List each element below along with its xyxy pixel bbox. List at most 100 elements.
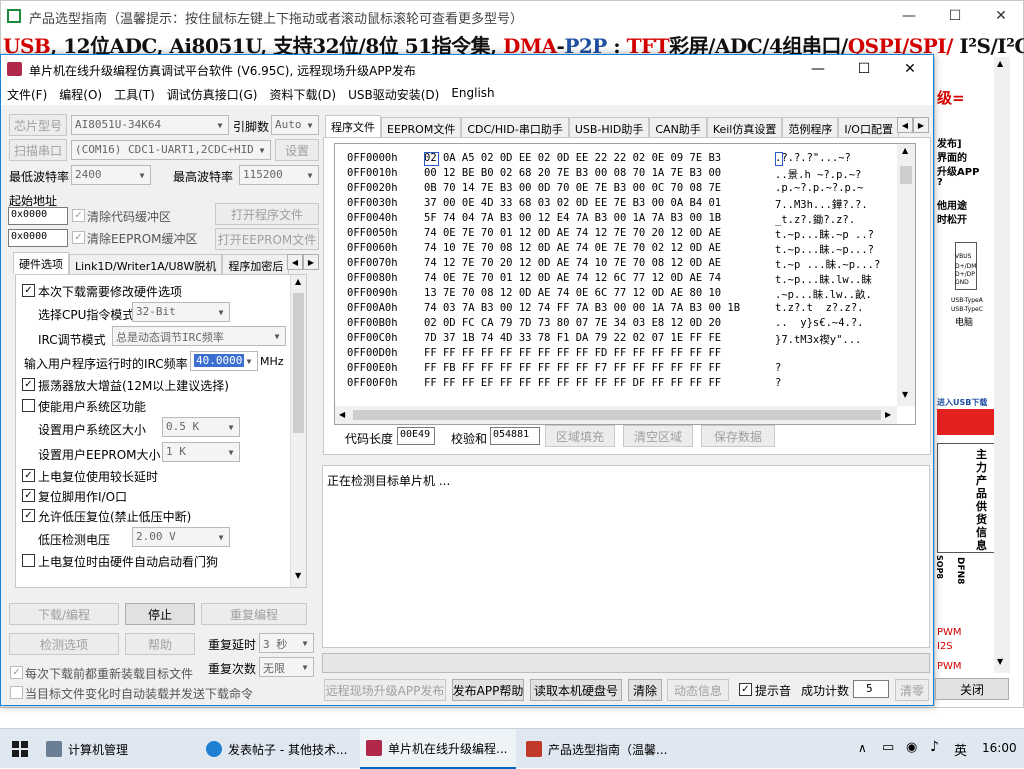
- menu-file[interactable]: 文件(F): [1, 83, 53, 105]
- taskbar-item-computer-management[interactable]: 计算机管理: [40, 729, 196, 769]
- settings-button[interactable]: 设置: [275, 139, 319, 161]
- reset-count-button[interactable]: 清零: [895, 679, 929, 701]
- chevron-down-icon[interactable]: ▼: [902, 390, 908, 399]
- code-address-input[interactable]: 0x0000: [8, 207, 68, 225]
- minimize-icon[interactable]: —: [795, 55, 841, 83]
- scan-port-button[interactable]: 扫描串口: [9, 139, 67, 161]
- save-data-button[interactable]: 保存数据: [701, 425, 775, 447]
- chip-select[interactable]: AI8051U-34K64 ▼: [71, 115, 229, 135]
- taskbar-item-selection-guide[interactable]: 产品选型指南（温馨...: [520, 729, 676, 769]
- start-icon[interactable]: [12, 741, 28, 757]
- maximize-icon[interactable]: ☐: [932, 1, 978, 31]
- user-system-checkbox[interactable]: [22, 399, 35, 412]
- tab-scroll-left-icon[interactable]: ◀: [287, 254, 303, 270]
- background-scrollbar[interactable]: ▲ ▼: [994, 57, 1010, 673]
- clear-region-button[interactable]: 清空区域: [623, 425, 693, 447]
- irc-mode-select[interactable]: 总是动态调节IRC频率 ▼: [112, 326, 286, 346]
- dynamic-info-button[interactable]: 动态信息: [667, 679, 729, 701]
- open-eeprom-file-button[interactable]: 打开EEPROM文件: [215, 228, 319, 250]
- volume-icon[interactable]: ♪: [930, 739, 939, 755]
- eeprom-size-select[interactable]: 1 K ▼: [162, 442, 240, 462]
- hex-horizontal-scrollbar[interactable]: ◀ ▶: [335, 406, 897, 424]
- menu-downloads[interactable]: 资料下载(D): [263, 83, 342, 105]
- menu-program[interactable]: 编程(O): [53, 83, 108, 105]
- tab-scroll-right-icon[interactable]: ▶: [913, 117, 929, 133]
- chevron-up-icon[interactable]: ▲: [902, 146, 908, 155]
- repeat-program-button[interactable]: 重复编程: [201, 603, 307, 625]
- port-select[interactable]: (COM16) CDC1-UART1,2CDC+HID ▼: [71, 140, 271, 160]
- fill-region-button[interactable]: 区域填充: [545, 425, 615, 447]
- tab-scroll-right-icon[interactable]: ▶: [303, 254, 319, 270]
- system-size-select[interactable]: 0.5 K ▼: [162, 417, 240, 437]
- chevron-right-icon[interactable]: ▶: [885, 410, 891, 419]
- tab-scroll-left-icon[interactable]: ◀: [897, 117, 913, 133]
- open-program-file-button[interactable]: 打开程序文件: [215, 203, 319, 225]
- eeprom-address-input[interactable]: 0x0000: [8, 229, 68, 247]
- taskbar-item-programmer[interactable]: 单片机在线升级编程...: [360, 729, 516, 769]
- autoload-checkbox[interactable]: [10, 686, 23, 699]
- tab-io-config[interactable]: I/O口配置: [838, 117, 899, 137]
- clear-eeprom-checkbox[interactable]: ✓: [72, 231, 85, 244]
- clock[interactable]: 16:00: [982, 741, 1017, 755]
- low-voltage-reset-checkbox[interactable]: ✓: [22, 509, 35, 522]
- chevron-up-icon[interactable]: ∧: [858, 741, 867, 755]
- close-icon[interactable]: ✕: [978, 1, 1024, 31]
- close-icon[interactable]: ✕: [887, 55, 933, 83]
- chevron-left-icon[interactable]: ◀: [339, 410, 345, 419]
- long-delay-checkbox[interactable]: ✓: [22, 469, 35, 482]
- pin-count-select[interactable]: Auto ▼: [271, 115, 319, 135]
- tab-usb-hid[interactable]: USB-HID助手: [568, 117, 650, 137]
- hex-view[interactable]: 0FF0000h 02 0A A5 02 0D EE 02 0D EE 22 22…: [334, 143, 916, 425]
- osc-gain-checkbox[interactable]: ✓: [22, 378, 35, 391]
- tab-examples[interactable]: 范例程序: [782, 117, 839, 137]
- options-scrollbar[interactable]: ▲ ▼: [290, 275, 306, 587]
- menu-usb-driver[interactable]: USB驱动安装(D): [342, 83, 445, 105]
- tab-hardware-options[interactable]: 硬件选项: [13, 252, 69, 274]
- clear-code-checkbox[interactable]: ✓: [72, 209, 85, 222]
- max-baud-select[interactable]: 115200 ▼: [239, 165, 319, 185]
- battery-icon[interactable]: ▭: [882, 740, 894, 755]
- tab-serial-assistant[interactable]: CDC/HID-串口助手: [461, 117, 569, 137]
- check-options-button[interactable]: 检测选项: [9, 633, 119, 655]
- cpu-mode-select[interactable]: 32-Bit ▼: [132, 302, 230, 322]
- hex-vertical-scrollbar[interactable]: ▲ ▼: [897, 144, 915, 406]
- min-baud-select[interactable]: 2400 ▼: [71, 165, 151, 185]
- chip-type-button[interactable]: 芯片型号: [9, 114, 67, 136]
- sound-checkbox[interactable]: ✓: [739, 683, 752, 696]
- log-output[interactable]: 正在检测目标单片机 ...: [322, 465, 930, 648]
- network-icon[interactable]: ◉: [906, 740, 917, 755]
- publish-help-button[interactable]: 发布APP帮助: [452, 679, 524, 701]
- scroll-thumb[interactable]: [900, 166, 912, 184]
- remote-upgrade-button[interactable]: 远程现场升级APP发布: [324, 679, 446, 701]
- retry-delay-select[interactable]: 3 秒 ▼: [259, 633, 314, 653]
- reset-io-checkbox[interactable]: ✓: [22, 489, 35, 502]
- tab-keil[interactable]: Keil仿真设置: [706, 117, 783, 137]
- tab-program-file[interactable]: 程序文件: [325, 115, 381, 137]
- chevron-down-icon[interactable]: ▼: [997, 657, 1003, 666]
- download-button[interactable]: 下载/编程: [9, 603, 119, 625]
- lvd-select[interactable]: 2.00 V ▼: [132, 527, 230, 547]
- scroll-thumb[interactable]: [353, 410, 881, 420]
- maximize-icon[interactable]: ☐: [841, 55, 887, 83]
- tab-eeprom-file[interactable]: EEPROM文件: [381, 117, 462, 137]
- help-button[interactable]: 帮助: [125, 633, 195, 655]
- stop-button[interactable]: 停止: [125, 603, 195, 625]
- scroll-thumb[interactable]: [293, 293, 304, 433]
- menu-english[interactable]: English: [445, 83, 500, 105]
- irc-freq-select[interactable]: 40.0000 ▼: [190, 351, 258, 371]
- modify-options-checkbox[interactable]: ✓: [22, 284, 35, 297]
- chevron-up-icon[interactable]: ▲: [295, 277, 301, 286]
- tab-encrypt[interactable]: 程序加密后: [222, 254, 290, 274]
- chevron-down-icon[interactable]: ▼: [295, 571, 301, 580]
- minimize-icon[interactable]: —: [886, 1, 932, 31]
- tab-offline[interactable]: Link1D/Writer1A/U8W脱机: [69, 254, 223, 274]
- reload-checkbox[interactable]: ✓: [10, 666, 23, 679]
- tab-can[interactable]: CAN助手: [649, 117, 707, 137]
- retry-count-select[interactable]: 无限 ▼: [259, 657, 314, 677]
- menu-debug[interactable]: 调试仿真接口(G): [161, 83, 264, 105]
- ime-indicator[interactable]: 英: [954, 740, 967, 759]
- watchdog-checkbox[interactable]: [22, 554, 35, 567]
- menu-tools[interactable]: 工具(T): [108, 83, 161, 105]
- read-disk-button[interactable]: 读取本机硬盘号: [530, 679, 622, 701]
- chevron-up-icon[interactable]: ▲: [997, 59, 1003, 68]
